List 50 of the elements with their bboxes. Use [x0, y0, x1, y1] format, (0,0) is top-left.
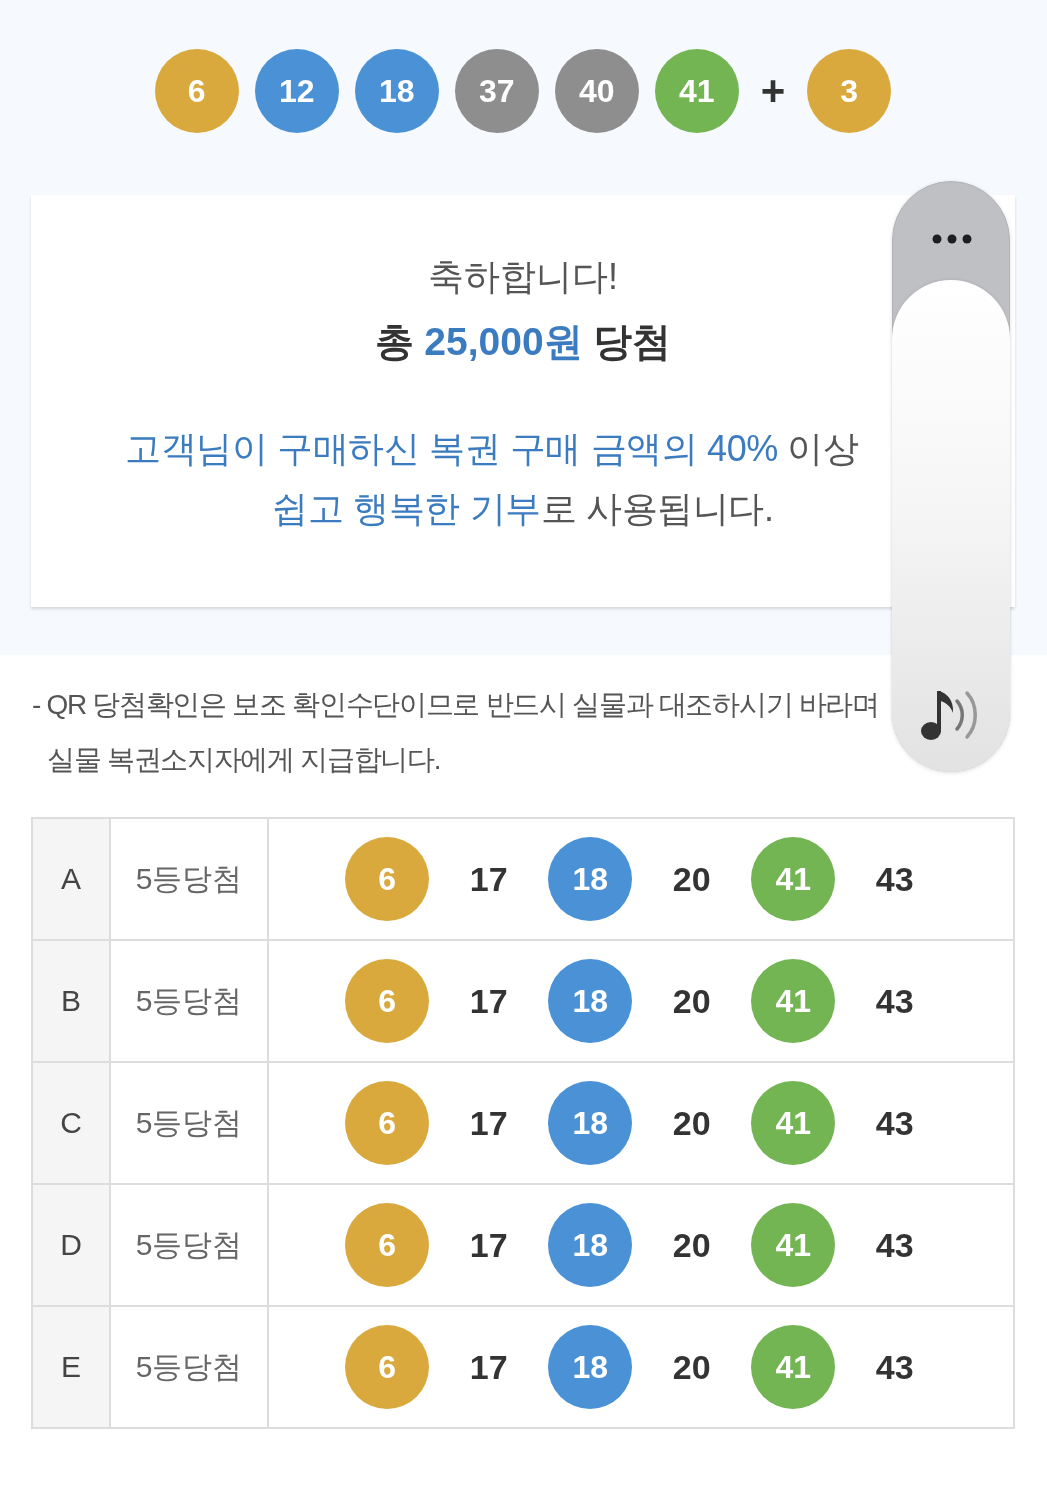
number-ball: 40: [554, 49, 639, 133]
plus-sign: +: [760, 70, 786, 112]
game-label-cell: D: [33, 1185, 111, 1305]
number-text: 43: [875, 981, 914, 1021]
donation-message: 고객님이 구매하신 복권 구매 금액의 40% 이상: [125, 427, 859, 471]
number-text: 20: [672, 1347, 711, 1387]
number-text: 43: [875, 859, 914, 899]
number-ball: 41: [751, 1081, 836, 1165]
game-label-cell: A: [33, 819, 111, 939]
number-ball: 18: [548, 837, 633, 921]
number-text: 43: [875, 1103, 914, 1143]
number-text: 17: [469, 1225, 508, 1265]
number-ball: 18: [354, 49, 439, 133]
number-ball: 41: [751, 837, 836, 921]
number-ball: 6: [154, 49, 239, 133]
number-text: 17: [469, 1103, 508, 1143]
number-text: 43: [875, 1225, 914, 1265]
number-ball: 6: [345, 837, 430, 921]
number-ball: 18: [548, 1081, 633, 1165]
number-ball: 41: [751, 1325, 836, 1409]
prize-text: 총 25,000원 당첨: [374, 319, 672, 365]
number-text: 20: [672, 1103, 711, 1143]
number-ball: 41: [751, 1203, 836, 1287]
more-icon[interactable]: [932, 234, 972, 244]
number-text: 17: [469, 1347, 508, 1387]
game-label-cell: C: [33, 1063, 111, 1183]
number-text: 43: [875, 1347, 914, 1387]
number-text: 20: [672, 981, 711, 1021]
number-ball: 41: [654, 49, 739, 133]
notice-text: 실물 복권소지자에게 지급합니다.: [47, 743, 441, 777]
number-text: 20: [672, 1225, 711, 1265]
number-text: 17: [469, 859, 508, 899]
donation-message: 쉽고 행복한 기부로 사용됩니다.: [272, 487, 774, 531]
number-ball: 12: [254, 49, 339, 133]
number-text: 20: [672, 859, 711, 899]
notice-text: - QR 당첨확인은 보조 확인수단이므로 반드시 실물과 대조하시기 바라며: [32, 688, 879, 722]
greeting-text: 축하합니다!: [428, 255, 618, 299]
number-ball: 3: [807, 49, 892, 133]
number-ball: 18: [548, 1325, 633, 1409]
number-ball: 6: [345, 1081, 430, 1165]
number-text: 17: [469, 981, 508, 1021]
number-ball: 18: [548, 1203, 633, 1287]
game-label-cell: E: [33, 1307, 111, 1427]
number-ball: 6: [345, 959, 430, 1043]
number-ball: 6: [345, 1325, 430, 1409]
game-label-cell: B: [33, 941, 111, 1061]
number-ball: 18: [548, 959, 633, 1043]
number-ball: 37: [454, 49, 539, 133]
number-ball: 6: [345, 1203, 430, 1287]
number-ball: 41: [751, 959, 836, 1043]
